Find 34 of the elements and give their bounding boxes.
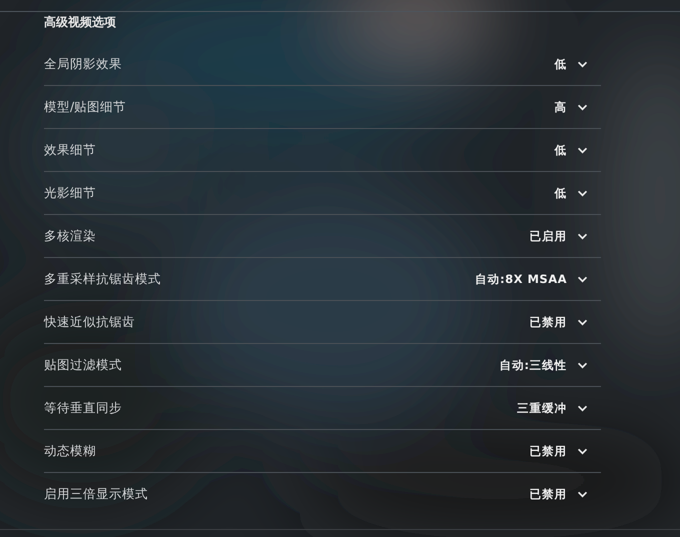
- chevron-down-icon: [577, 146, 588, 154]
- dropdown[interactable]: 低: [554, 142, 588, 158]
- chevron-down-icon: [577, 448, 588, 454]
- chevron-down-icon: [577, 104, 588, 110]
- chevron-down-icon: [577, 276, 588, 282]
- chevron-down-icon: [577, 318, 588, 326]
- dropdown[interactable]: 低: [554, 56, 588, 72]
- setting-label: 动态模糊: [44, 442, 96, 460]
- setting-label: 效果细节: [44, 142, 96, 158]
- chevron-down-icon: [577, 60, 588, 68]
- setting-label: 快速近似抗锯齿: [44, 314, 135, 330]
- dropdown[interactable]: 高: [554, 100, 588, 114]
- dropdown[interactable]: 低: [554, 186, 588, 200]
- setting-label: 多核渲染: [44, 228, 96, 244]
- setting-label: 等待垂直同步: [44, 400, 122, 416]
- setting-label: 启用三倍显示模式: [44, 486, 148, 502]
- dropdown[interactable]: 自动:三线性: [499, 358, 588, 372]
- chevron-down-icon: [577, 404, 588, 412]
- dropdown[interactable]: 已禁用: [530, 444, 588, 458]
- setting-label: 光影细节: [44, 184, 96, 202]
- setting-label: 模型/贴图细节: [44, 98, 126, 116]
- section-title: 高级视频选项: [44, 15, 117, 29]
- setting-label: 全局阴影效果: [44, 56, 122, 72]
- chevron-down-icon: [577, 232, 588, 240]
- chevron-down-icon: [577, 490, 588, 498]
- chevron-down-icon: [577, 362, 588, 368]
- dropdown[interactable]: 自动:8X MSAA: [475, 272, 588, 286]
- chevron-down-icon: [577, 190, 588, 196]
- setting-label: 贴图过滤模式: [44, 356, 122, 374]
- dropdown[interactable]: 三重缓冲: [517, 400, 588, 416]
- dropdown[interactable]: 已禁用: [530, 486, 588, 502]
- dropdown[interactable]: 已禁用: [530, 314, 588, 330]
- setting-label: 多重采样抗锯齿模式: [44, 270, 161, 288]
- dropdown[interactable]: 已启用: [530, 228, 588, 244]
